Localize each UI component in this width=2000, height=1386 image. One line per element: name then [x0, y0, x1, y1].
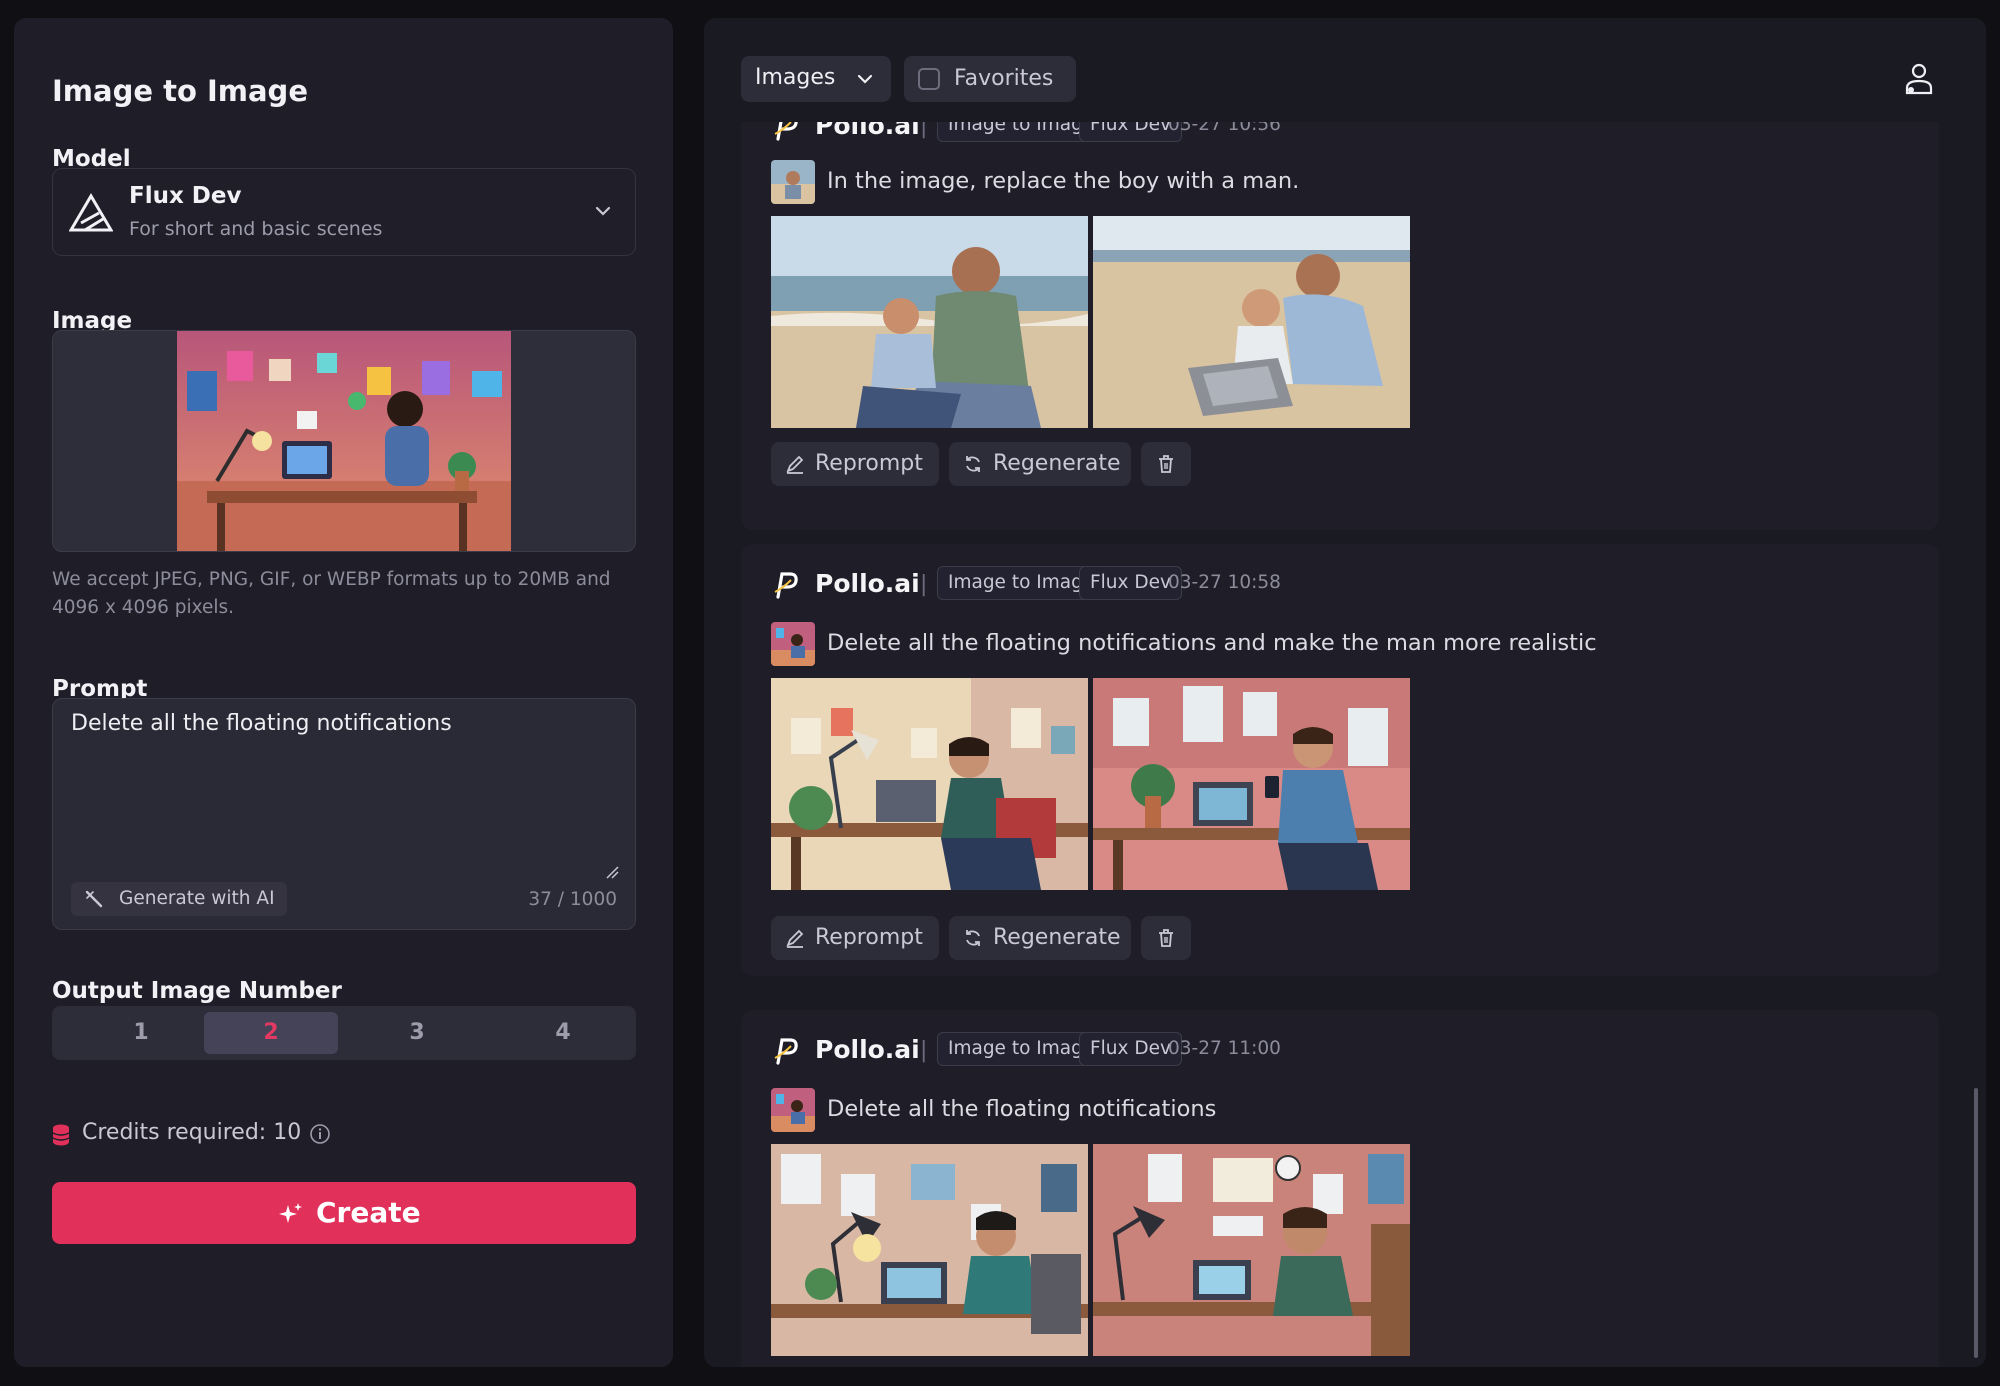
output-option-2[interactable]: 2: [204, 1012, 338, 1054]
database-icon: [52, 1124, 70, 1146]
uploaded-image: [177, 331, 511, 551]
favorites-checkbox[interactable]: [918, 68, 940, 90]
edit-icon: [786, 929, 804, 948]
result-image[interactable]: [1093, 678, 1410, 890]
reprompt-button[interactable]: Reprompt: [771, 916, 939, 960]
regenerate-label: Regenerate: [993, 925, 1121, 950]
scrollbar[interactable]: [1974, 1088, 1978, 1358]
settings-panel: Image to Image Model Flux Dev For short …: [14, 18, 673, 1367]
reprompt-button[interactable]: Reprompt: [771, 442, 939, 486]
panel-title: Image to Image: [52, 74, 308, 108]
results-toolbar: Images Favorites: [704, 18, 1986, 122]
magic-wand-icon: [85, 890, 103, 908]
trash-icon: [1159, 929, 1173, 947]
source-thumbnail[interactable]: [771, 1088, 815, 1132]
card-header: Pollo.ai | Image to Image Flux Dev 03-27…: [771, 1032, 1871, 1068]
generate-with-ai-button[interactable]: Generate with AI: [71, 882, 287, 916]
pollo-logo-icon: [774, 572, 798, 599]
favorites-toggle[interactable]: Favorites: [904, 56, 1076, 102]
prompt-textarea[interactable]: Delete all the floating notifications Ge…: [52, 698, 636, 930]
timestamp: 03-27 11:00: [1168, 1038, 1281, 1059]
regenerate-button[interactable]: Regenerate: [949, 916, 1131, 960]
prompt-row: Delete all the floating notifications an…: [771, 622, 1871, 666]
delete-button[interactable]: [1141, 916, 1191, 960]
delete-button[interactable]: [1141, 442, 1191, 486]
card-header: Pollo.ai | Image to Image Flux Dev 03-27…: [771, 566, 1871, 602]
character-count: 37 / 1000: [528, 889, 617, 910]
edit-icon: [786, 455, 804, 474]
images-dropdown[interactable]: Images: [741, 56, 891, 102]
chevron-down-icon: [857, 74, 873, 84]
reprompt-label: Reprompt: [815, 925, 923, 950]
refresh-icon: [966, 930, 980, 946]
sparkle-icon: [279, 1203, 302, 1223]
flux-logo-icon: [69, 193, 113, 232]
source-thumbnail[interactable]: [771, 160, 815, 204]
results-panel: Pollo.ai | Image to Image Flux Dev 03-27…: [704, 18, 1986, 1367]
prompt-text: In the image, replace the boy with a man…: [827, 168, 1300, 194]
create-label: Create: [316, 1196, 421, 1229]
result-image[interactable]: [771, 1144, 1088, 1356]
result-card: Pollo.ai | Image to Image Flux Dev 03-27…: [741, 1010, 1939, 1367]
images-dropdown-label: Images: [755, 65, 836, 90]
image-upload-area[interactable]: [52, 330, 636, 552]
source-thumbnail[interactable]: [771, 622, 815, 666]
refresh-icon: [966, 456, 980, 472]
favorites-label: Favorites: [954, 66, 1054, 91]
result-image[interactable]: [1093, 1144, 1410, 1356]
resize-handle-icon[interactable]: [605, 865, 619, 879]
output-option-4[interactable]: 4: [496, 1012, 630, 1054]
brand-name: Pollo.ai: [815, 1035, 920, 1064]
generate-with-ai-label: Generate with AI: [119, 888, 275, 909]
accepted-formats-note: We accept JPEG, PNG, GIF, or WEBP format…: [52, 569, 611, 618]
info-icon[interactable]: [309, 1123, 331, 1145]
prompt-row: Delete all the floating notifications: [771, 1088, 1871, 1132]
prompt-text: Delete all the floating notifications: [827, 1096, 1217, 1122]
output-number-selector: 1 2 3 4: [52, 1006, 636, 1060]
output-option-3[interactable]: 3: [350, 1012, 484, 1054]
prompt-text: Delete all the floating notifications an…: [827, 630, 1597, 656]
separator: |: [920, 1038, 928, 1063]
create-button[interactable]: Create: [52, 1182, 636, 1244]
model-tag: Flux Dev: [1079, 566, 1182, 600]
pollo-logo-icon: [774, 1038, 798, 1065]
output-number-label: Output Image Number: [52, 978, 342, 1004]
output-option-1[interactable]: 1: [74, 1012, 208, 1054]
trash-icon: [1159, 455, 1173, 473]
result-image[interactable]: [771, 678, 1088, 890]
regenerate-button[interactable]: Regenerate: [949, 442, 1131, 486]
prompt-row: In the image, replace the boy with a man…: [771, 160, 1871, 204]
model-description: For short and basic scenes: [129, 218, 383, 240]
credits-required: Credits required: 10: [82, 1120, 302, 1145]
model-tag: Flux Dev: [1079, 1032, 1182, 1066]
user-icon[interactable]: [1902, 62, 1936, 96]
model-select[interactable]: Flux Dev For short and basic scenes: [52, 168, 636, 256]
model-name: Flux Dev: [129, 183, 242, 209]
timestamp: 03-27 10:58: [1168, 572, 1281, 593]
chevron-down-icon: [595, 206, 611, 216]
result-image[interactable]: [771, 216, 1088, 428]
brand-name: Pollo.ai: [815, 569, 920, 598]
separator: |: [920, 572, 928, 597]
result-card: Pollo.ai | Image to Image Flux Dev 03-27…: [741, 544, 1939, 976]
prompt-value: Delete all the floating notifications: [71, 711, 452, 736]
reprompt-label: Reprompt: [815, 451, 923, 476]
regenerate-label: Regenerate: [993, 451, 1121, 476]
result-image[interactable]: [1093, 216, 1410, 428]
